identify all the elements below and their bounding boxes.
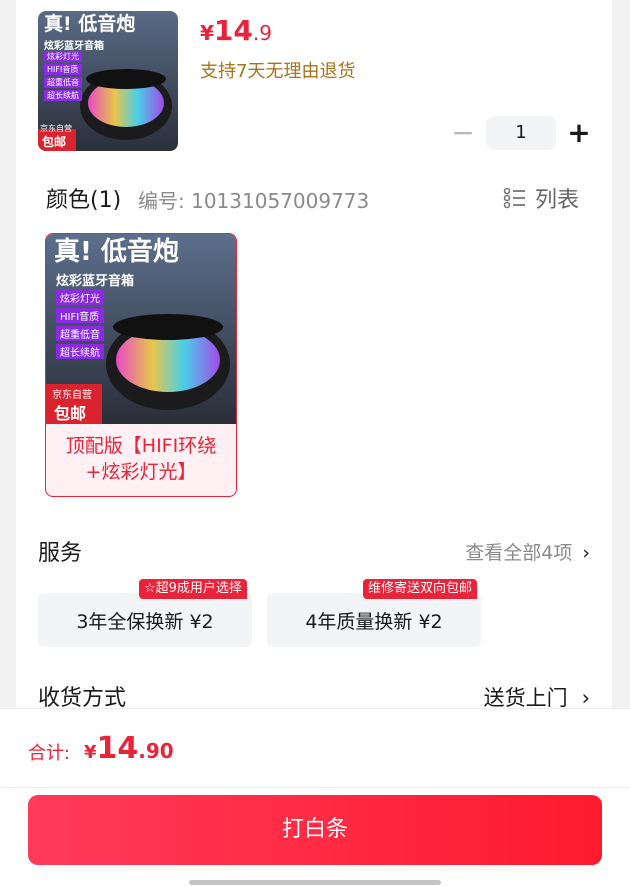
thumb-shipping-tag: 包邮	[42, 135, 67, 149]
variant-thumbnail: 真! 低音炮 炫彩蓝牙音箱 炫彩灯光 HIFI音质 超重低音 超长续航 京东自营…	[46, 234, 236, 424]
service-option-tag: 维修寄送双向包邮	[363, 579, 478, 599]
thumb-feature: 超重低音	[44, 77, 82, 88]
service-see-all-link[interactable]: 查看全部4项 ›	[465, 538, 590, 565]
quantity-increase-button[interactable]: +	[566, 118, 592, 148]
total-decimal: .90	[138, 739, 174, 763]
footer-divider	[0, 787, 630, 788]
thumb-feature: 炫彩灯光	[44, 51, 82, 62]
price-decimal: .9	[252, 21, 272, 45]
delivery-method-value: 送货上门	[483, 686, 568, 710]
variant-feature: HIFI音质	[56, 308, 104, 323]
chevron-right-icon: ›	[581, 686, 590, 710]
variant-feature: 炫彩灯光	[56, 290, 104, 305]
product-price: ¥14.9	[200, 14, 272, 47]
variant-label-line1: 顶配版【HIFI环绕	[65, 435, 217, 457]
quantity-decrease-button[interactable]: −	[450, 118, 476, 148]
total-price: ¥14.90	[84, 731, 174, 766]
product-thumbnail: 真! 低音炮 炫彩蓝牙音箱 炫彩灯光 HIFI音质 超重低音 超长续航 京东自营…	[38, 11, 178, 151]
pay-button[interactable]: 打白条	[28, 795, 602, 865]
variant-shipping-tag: 包邮	[54, 404, 87, 423]
see-all-label: 查看全部4项	[465, 542, 573, 564]
service-section-title: 服务	[38, 541, 83, 566]
variant-feature: 超长续航	[56, 344, 104, 359]
quantity-input[interactable]: 1	[486, 116, 556, 150]
home-indicator[interactable]	[189, 880, 441, 885]
color-section-title: 颜色(1)	[46, 188, 122, 213]
thumb-headline: 真! 低音炮	[44, 13, 136, 35]
total-integer: 14	[96, 731, 139, 766]
list-label: 列表	[535, 188, 580, 213]
list-icon	[503, 187, 525, 209]
price-integer: 14	[213, 14, 253, 47]
sku-code: 编号: 10131057009773	[138, 189, 370, 213]
thumb-subline: 炫彩蓝牙音箱	[44, 41, 104, 52]
thumb-features: 炫彩灯光 HIFI音质 超重低音 超长续航	[44, 51, 82, 101]
price-symbol: ¥	[200, 21, 214, 45]
checkout-footer: 合计: ¥14.90 打白条	[0, 708, 630, 886]
return-policy: 支持7天无理由退货	[200, 61, 356, 82]
chevron-right-icon: ›	[582, 542, 590, 564]
variant-headline: 真! 低音炮	[54, 237, 179, 267]
variant-features: 炫彩灯光 HIFI音质 超重低音 超长续航	[56, 290, 104, 359]
thumb-feature: 超长续航	[44, 90, 82, 101]
service-option[interactable]: 3年全保换新 ¥2	[38, 593, 252, 647]
variant-subline: 炫彩蓝牙音箱	[56, 274, 135, 289]
total-symbol: ¥	[84, 742, 97, 763]
variant-feature: 超重低音	[56, 326, 104, 341]
variant-label-line2: +炫彩灯光】	[85, 461, 197, 483]
variant-option-selected[interactable]: 真! 低音炮 炫彩蓝牙音箱 炫彩灯光 HIFI音质 超重低音 超长续航 京东自营…	[45, 233, 237, 497]
total-label: 合计:	[28, 743, 71, 764]
variant-label: 顶配版【HIFI环绕 +炫彩灯光】	[46, 433, 236, 485]
list-view-toggle[interactable]: 列表	[503, 182, 579, 214]
service-option[interactable]: 4年质量换新 ¥2	[267, 593, 481, 647]
service-option-tag: ☆超9成用户选择	[139, 579, 247, 599]
variant-brand-tag: 京东自营	[52, 390, 92, 401]
thumb-feature: HIFI音质	[44, 64, 82, 75]
